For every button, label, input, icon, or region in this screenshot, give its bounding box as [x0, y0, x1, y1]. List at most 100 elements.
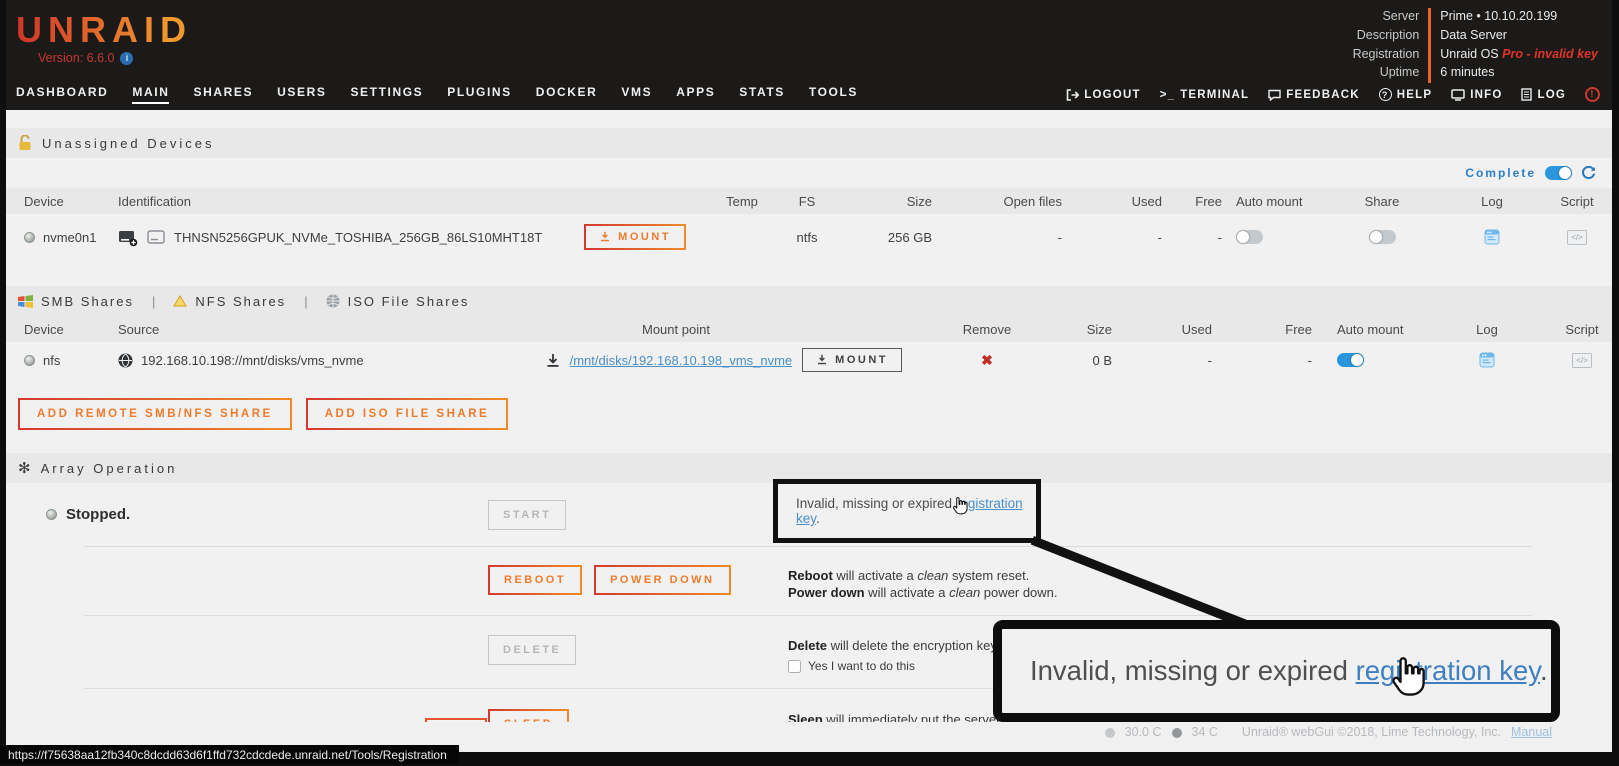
complete-toggle[interactable]	[1545, 166, 1572, 180]
server-info-label: Server	[1353, 8, 1429, 27]
delete-confirm-checkbox[interactable]	[788, 660, 801, 673]
reboot-button[interactable]: REBOOT	[488, 565, 582, 595]
nav-stats[interactable]: STATS	[739, 85, 785, 104]
status-bar-url: https://f75638aa12fb340c8dcdd63d6f1ffd73…	[0, 745, 459, 764]
start-button[interactable]: START	[488, 500, 566, 530]
unraid-logo: UNRAID	[16, 10, 192, 50]
windows-icon	[18, 295, 33, 308]
power-down-help-text: Power down will activate a clean power d…	[788, 584, 1058, 601]
unlock-icon	[18, 135, 32, 151]
server-info-label: Uptime	[1353, 64, 1429, 83]
share-device-name[interactable]: nfs	[43, 353, 60, 368]
nav-bar: DASHBOARD MAIN SHARES USERS SETTINGS PLU…	[6, 83, 1612, 110]
drive-outline-icon	[147, 230, 165, 244]
mount-device-button[interactable]: MOUNT	[584, 224, 686, 250]
help-button[interactable]: ? HELP	[1379, 88, 1432, 101]
device-identification[interactable]: THNSN5256GPUK_NVMe_TOSHIBA_256GB_86LS10M…	[174, 230, 542, 245]
device-name[interactable]: nvme0n1	[43, 230, 96, 245]
array-status-text: Stopped.	[66, 506, 130, 523]
callout-text: Invalid, missing or expired	[1030, 655, 1356, 686]
drive-add-icon	[118, 228, 138, 247]
script-icon[interactable]: </>	[1572, 353, 1592, 368]
feedback-button[interactable]: FEEDBACK	[1268, 89, 1360, 101]
auto-mount-toggle[interactable]	[1236, 230, 1263, 244]
mount-share-button[interactable]: MOUNT	[802, 348, 902, 372]
auto-mount-toggle[interactable]	[1337, 353, 1364, 367]
power-alert-icon[interactable]: !	[1585, 87, 1600, 102]
unraid-main-page: UNRAID Version: 6.6.0 i Server Prime • 1…	[6, 0, 1612, 752]
nav-settings[interactable]: SETTINGS	[350, 85, 423, 104]
nav-main[interactable]: MAIN	[132, 85, 169, 104]
footer-manual-link[interactable]: Manual	[1511, 725, 1552, 739]
server-info-value: Data Server	[1428, 27, 1598, 46]
share-toggle[interactable]	[1369, 230, 1396, 244]
log-button[interactable]: LOG	[1521, 88, 1566, 101]
cell-size: 0 B	[1032, 342, 1142, 378]
delete-help-text: Delete will delete the encryption keyfil…	[788, 637, 1017, 654]
nav-shares[interactable]: SHARES	[193, 85, 253, 104]
registration-os: Unraid OS	[1440, 47, 1502, 61]
mount-point-link[interactable]: /mnt/disks/192.168.10.198_vms_nvme	[570, 353, 793, 368]
terminal-icon: >_	[1160, 89, 1176, 101]
logout-button[interactable]: LOGOUT	[1066, 89, 1140, 101]
log-icon[interactable]	[1479, 352, 1495, 368]
delete-confirm-label: Yes I want to do this	[808, 658, 915, 675]
temp-dot-icon	[1172, 728, 1182, 738]
remove-share-icon[interactable]: ✖	[981, 352, 993, 369]
unassigned-device-row: nvme0n1 THNSN5256GPUK_NVMe_TOSHIBA_256GB…	[6, 214, 1612, 260]
section-title: Array Operation	[41, 461, 178, 476]
nav-users[interactable]: USERS	[277, 85, 326, 104]
add-iso-file-share-button[interactable]: ADD ISO FILE SHARE	[306, 398, 508, 430]
log-icon[interactable]	[1484, 229, 1500, 245]
footer-temp1: 30.0 C	[1125, 725, 1162, 739]
shares-table-header: Device Source Mount point Remove Size Us…	[6, 316, 1612, 342]
footer-copyright: Unraid® webGui ©2018, Lime Technology, I…	[1242, 725, 1501, 739]
nav-docker[interactable]: DOCKER	[536, 85, 598, 104]
document-icon	[1521, 88, 1532, 101]
cell-free: -	[1242, 342, 1337, 378]
tab-smb-shares[interactable]: SMB Shares	[18, 294, 134, 309]
registration-notice-text: Invalid, missing or expired	[796, 496, 956, 511]
refresh-icon[interactable]	[1581, 166, 1596, 181]
cell-used: -	[1142, 342, 1242, 378]
callout-registration-key-link[interactable]: registration key	[1356, 655, 1540, 686]
nav-dashboard[interactable]: DASHBOARD	[16, 85, 108, 104]
server-info-value: 6 minutes	[1428, 64, 1598, 83]
terminal-button[interactable]: >_ TERMINAL	[1160, 89, 1250, 101]
share-status-dot	[24, 355, 35, 366]
tab-nfs-shares[interactable]: NFS Shares	[173, 294, 286, 309]
nav-plugins[interactable]: PLUGINS	[447, 85, 512, 104]
section-title: Unassigned Devices	[42, 136, 215, 151]
server-info-value: Prime • 10.10.20.199	[1428, 8, 1598, 27]
nav-tools[interactable]: TOOLS	[809, 85, 858, 104]
complete-label: Complete	[1465, 166, 1536, 180]
reboot-help-text: Reboot will activate a clean system rese…	[788, 567, 1058, 584]
registration-invalid-key: Pro - invalid key	[1502, 47, 1598, 61]
unassigned-devices-section-bar: Unassigned Devices	[6, 128, 1612, 158]
globe-grey-icon	[326, 294, 340, 308]
cell-used: -	[1062, 214, 1162, 260]
server-info-label: Description	[1353, 27, 1429, 46]
logout-icon	[1066, 89, 1079, 101]
hand-cursor	[952, 496, 969, 516]
version-info-icon[interactable]: i	[120, 52, 133, 65]
add-remote-smb-nfs-share-button[interactable]: ADD REMOTE SMB/NFS SHARE	[18, 398, 292, 430]
cell-fs: ntfs	[772, 214, 842, 260]
mount-icon	[816, 354, 828, 366]
script-icon[interactable]: </>	[1567, 230, 1587, 245]
device-status-dot	[24, 232, 35, 243]
cell-free: -	[1162, 214, 1222, 260]
temp-dot-icon	[1105, 728, 1115, 738]
array-reboot-row: REBOOT POWER DOWN Reboot will activate a…	[6, 547, 1612, 615]
nfs-share-row: nfs 192.168.10.198://mnt/disks/vms_nvme …	[6, 342, 1612, 378]
main-menu: DASHBOARD MAIN SHARES USERS SETTINGS PLU…	[16, 85, 858, 104]
share-source: 192.168.10.198://mnt/disks/vms_nvme	[141, 353, 364, 368]
tab-iso-file-shares[interactable]: ISO File Shares	[326, 294, 470, 309]
nav-apps[interactable]: APPS	[676, 85, 715, 104]
delete-button[interactable]: DELETE	[488, 635, 576, 665]
complete-row: Complete	[6, 158, 1612, 188]
cell-size: 256 GB	[842, 214, 942, 260]
power-down-button[interactable]: POWER DOWN	[594, 565, 730, 595]
nav-vms[interactable]: VMS	[621, 85, 652, 104]
info-button[interactable]: INFO	[1451, 89, 1502, 101]
